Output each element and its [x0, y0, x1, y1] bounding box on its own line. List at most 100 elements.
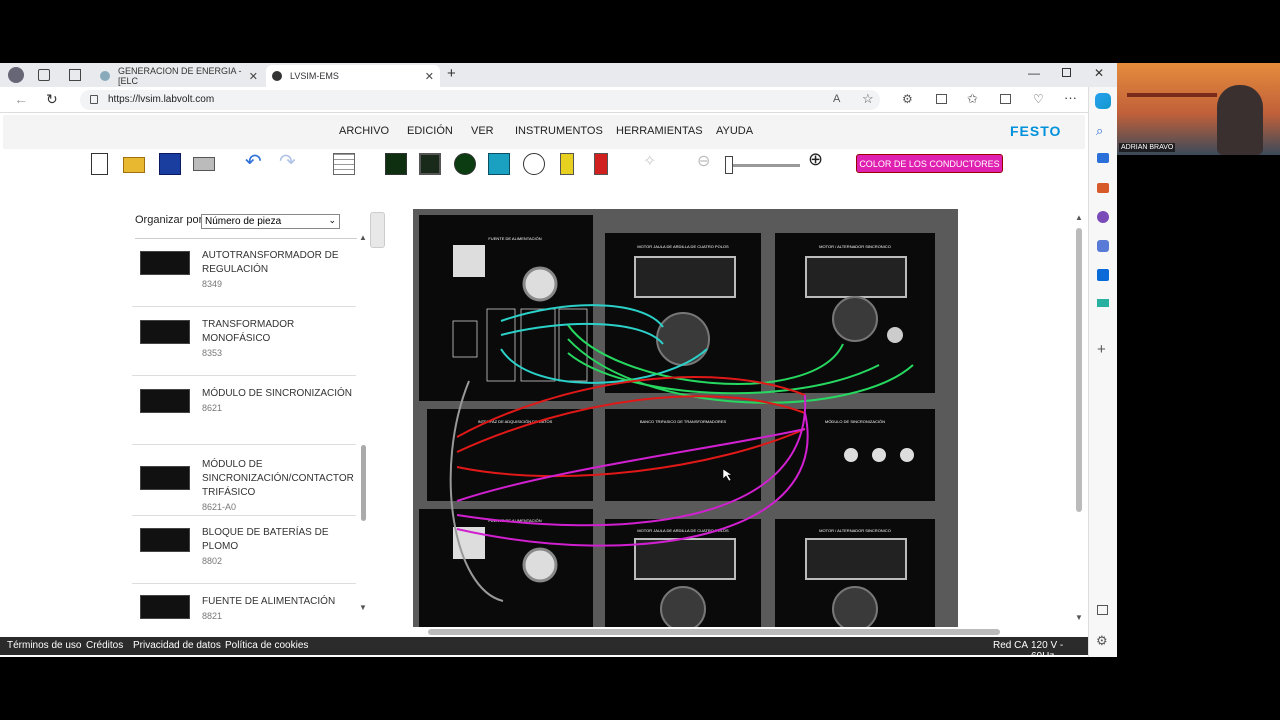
menu-ayuda[interactable]: AYUDA: [716, 125, 753, 137]
url-field[interactable]: https://lvsim.labvolt.com: [80, 90, 880, 110]
part-name: MÓDULO DE SINCRONIZACIÓN: [202, 388, 353, 399]
gauge-icon[interactable]: [523, 153, 545, 175]
tab-actions-icon[interactable]: [69, 69, 81, 81]
tab-generacion[interactable]: GENERACION DE ENERGIA - [ELC ✕: [94, 65, 264, 87]
new-tab-button[interactable]: +: [447, 65, 456, 82]
footer-link-credits[interactable]: Créditos: [86, 640, 123, 651]
workspace-scroll-down-icon[interactable]: ▼: [1075, 613, 1083, 622]
send-icon[interactable]: [1097, 299, 1109, 307]
clamp-meter-icon[interactable]: [594, 153, 608, 175]
meter-icon[interactable]: [454, 153, 476, 175]
status-footer: Términos de uso Créditos Privacidad de d…: [0, 637, 1088, 657]
voltage-knob: [522, 266, 558, 302]
split-screen-icon[interactable]: [936, 94, 947, 104]
workspaces-icon[interactable]: [38, 69, 50, 81]
print-icon[interactable]: [193, 157, 215, 171]
voltmeter-display: [453, 245, 485, 277]
phasor-analyzer-icon[interactable]: [419, 153, 441, 175]
list-item[interactable]: TRANSFORMADOR MONOFÁSICO 8353: [132, 308, 356, 376]
footer-link-privacy[interactable]: Privacidad de datos: [133, 640, 221, 651]
workspace-v-scrollbar[interactable]: [1076, 228, 1082, 512]
tab-title: GENERACION DE ENERGIA - [ELC: [118, 66, 242, 86]
list-item[interactable]: AUTOTRANSFORMADOR DE REGULACIÓN 8349: [132, 239, 356, 307]
extensions-icon[interactable]: ⚙: [902, 92, 913, 106]
workspace-h-scrollbar[interactable]: [428, 629, 1000, 635]
motor-rotor: [832, 296, 878, 342]
grid-icon[interactable]: [333, 153, 355, 175]
collections-icon[interactable]: [1000, 94, 1011, 104]
part-thumbnail: [140, 595, 190, 619]
close-icon[interactable]: ✕: [425, 70, 434, 83]
module-title: MOTOR JAULA DE ARDILLA DE CUATRO POLOS: [637, 244, 729, 249]
multimeter-icon[interactable]: [560, 153, 574, 175]
sidebar-scroll-up-icon[interactable]: ▲: [359, 233, 367, 242]
workspace-canvas[interactable]: FUENTE DE ALIMENTACIÓN MOTOR JAULA DE AR…: [413, 209, 958, 627]
module-title: MOTOR / ALTERNADOR SINCRONICO: [819, 528, 891, 533]
minimize-icon[interactable]: —: [1028, 66, 1040, 80]
copilot-icon[interactable]: [1095, 93, 1111, 109]
list-item[interactable]: MÓDULO DE SINCRONIZACIÓN 8621: [132, 377, 356, 445]
workspace-scroll-up-icon[interactable]: ▲: [1075, 213, 1083, 222]
more-icon[interactable]: ···: [1064, 90, 1077, 105]
list-item[interactable]: FUENTE DE ALIMENTACIÓN 8821: [132, 585, 356, 635]
save-icon[interactable]: [159, 153, 181, 175]
profile-avatar[interactable]: [8, 67, 24, 83]
office-icon[interactable]: [1097, 240, 1109, 252]
oscilloscope-icon[interactable]: [385, 153, 407, 175]
organize-by-select[interactable]: Número de pieza ⌄: [201, 214, 340, 229]
sync-lamp: [872, 448, 886, 462]
footer-link-cookies[interactable]: Política de cookies: [225, 640, 308, 651]
new-file-icon[interactable]: [91, 153, 108, 175]
zoom-out-icon[interactable]: ⊖: [697, 151, 719, 173]
pointer-tool-icon[interactable]: ✧: [643, 151, 665, 173]
part-name: AUTOTRANSFORMADOR DE REGULACIÓN: [202, 250, 339, 275]
sidebar-toggle-icon[interactable]: [1097, 605, 1108, 615]
sidebar-scrollbar[interactable]: [361, 445, 366, 521]
search-icon[interactable]: ⌕: [1096, 123, 1103, 139]
menu-edicion[interactable]: EDICIÓN: [407, 125, 453, 137]
zoom-in-icon[interactable]: ⊕: [808, 149, 830, 171]
performance-icon[interactable]: ♡: [1033, 92, 1044, 106]
outlook-icon[interactable]: [1097, 269, 1109, 281]
read-aloud-icon[interactable]: A: [833, 93, 840, 105]
briefcase-icon[interactable]: [1097, 183, 1109, 193]
bridge-silhouette: [1127, 93, 1217, 97]
refresh-icon[interactable]: ↻: [46, 91, 58, 108]
conductor-color-button[interactable]: COLOR DE LOS CONDUCTORES: [856, 154, 1003, 173]
footer-link-terms[interactable]: Términos de uso: [7, 640, 81, 651]
undo-icon[interactable]: ↶: [245, 149, 267, 173]
favorite-star-icon[interactable]: ☆: [862, 91, 874, 107]
list-item[interactable]: BLOQUE DE BATERÍAS DE PLOMO 8802: [132, 516, 356, 584]
tab-strip: GENERACION DE ENERGIA - [ELC ✕ LVSIM-EMS…: [0, 63, 1117, 87]
webcam-video: ADRIAN BRAVO: [1117, 63, 1280, 155]
redo-icon[interactable]: ↷: [279, 149, 301, 173]
back-icon[interactable]: ←: [14, 91, 28, 107]
menu-herramientas[interactable]: HERRAMIENTAS: [616, 125, 703, 137]
part-name: BLOQUE DE BATERÍAS DE PLOMO: [202, 527, 329, 552]
menu-ver[interactable]: VER: [471, 125, 494, 137]
zoom-slider-handle[interactable]: [725, 156, 733, 174]
motor-rotor: [656, 312, 710, 366]
collapse-panel-handle[interactable]: [370, 212, 385, 248]
sidebar-scroll-down-icon[interactable]: ▼: [359, 603, 367, 612]
favorites-icon[interactable]: ✩: [967, 91, 978, 107]
tab-lvsim[interactable]: LVSIM-EMS ✕: [266, 65, 440, 87]
address-bar: ← ↻ https://lvsim.labvolt.com A ☆ ⚙ ✩ ♡ …: [0, 87, 1117, 113]
close-icon[interactable]: ✕: [249, 70, 258, 83]
menu-archivo[interactable]: ARCHIVO: [339, 125, 389, 137]
menu-instrumentos[interactable]: INSTRUMENTOS: [515, 125, 603, 137]
tag-icon[interactable]: [1097, 153, 1109, 163]
people-icon[interactable]: [1097, 211, 1109, 223]
browser-window: GENERACION DE ENERGIA - [ELC ✕ LVSIM-EMS…: [0, 63, 1117, 657]
browser-sidebar: ⌕ + ⚙: [1088, 87, 1117, 657]
participant-name: ADRIAN BRAVO: [1119, 143, 1176, 152]
open-folder-icon[interactable]: [123, 157, 145, 173]
harmonic-analyzer-icon[interactable]: [488, 153, 510, 175]
add-icon[interactable]: +: [1097, 341, 1106, 358]
restore-icon[interactable]: [1062, 68, 1071, 77]
organize-by-label: Organizar por:: [135, 214, 206, 226]
window-close-icon[interactable]: ✕: [1094, 66, 1104, 80]
list-item[interactable]: MÓDULO DE SINCRONIZACIÓN/CONTACTOR TRIFÁ…: [132, 446, 356, 516]
zoom-slider[interactable]: [725, 164, 800, 167]
settings-gear-icon[interactable]: ⚙: [1096, 633, 1108, 649]
